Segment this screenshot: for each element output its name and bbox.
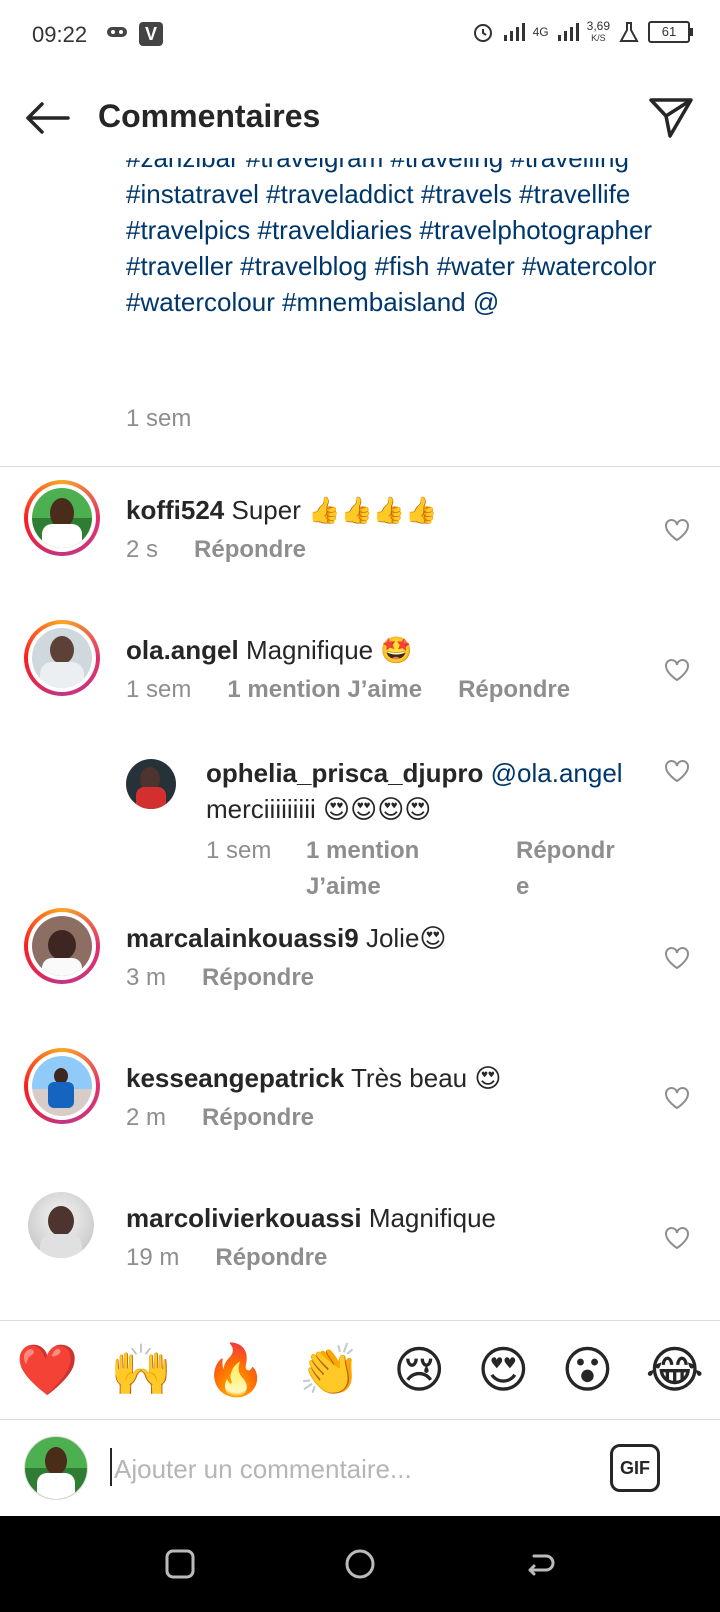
avatar[interactable] [24,480,100,556]
comment-username[interactable]: ola.angel [126,635,239,665]
comment-username[interactable]: marcolivierkouassi [126,1203,362,1233]
emoji-laughing[interactable]: 😂 [646,1341,704,1399]
comment-meta: 2 m Répondre [126,1104,314,1132]
network-type: 4G [532,25,549,39]
like-heart-icon[interactable] [664,658,690,682]
app-v-icon: V [139,22,163,46]
reply-time: 1 sem [206,837,272,864]
avatar[interactable] [24,1048,100,1124]
avatar[interactable] [126,759,176,809]
gif-button[interactable]: GIF [610,1444,660,1492]
comment-time: 19 m [126,1244,180,1271]
reply-username[interactable]: ophelia_prisca_djupro [206,758,483,788]
emoji-heart[interactable]: ❤️ [16,1341,78,1400]
status-time: 09:22 [32,22,88,47]
comment-input[interactable] [112,1448,586,1490]
flask-icon [619,22,639,42]
emoji-surprised[interactable]: 😮 [561,1341,613,1399]
home-icon[interactable] [344,1548,376,1580]
direct-send-icon[interactable] [648,96,694,140]
like-heart-icon[interactable] [664,1226,690,1250]
caption-time: 1 sem [126,405,192,432]
reply-button[interactable]: Répondre [194,536,306,564]
comment-meta: 3 m Répondre [126,964,314,992]
like-heart-icon[interactable] [664,518,690,542]
comment-meta: 1 sem 1 mention J’aime Répondre [126,676,570,704]
comment-time: 3 m [126,964,167,991]
reply-meta: 1 sem 1 mention J’aime Répondre [206,833,636,905]
like-heart-icon[interactable] [664,1086,690,1110]
back-nav-icon[interactable] [524,1548,556,1580]
status-bar: 09:22 V 4G 3,69 K/S 61 [0,0,720,72]
comment-time: 2 s [126,536,159,563]
reply-button[interactable]: Répondre [215,1244,327,1272]
signal-icon [503,23,525,41]
network-speed: 3,69 K/S [586,19,610,43]
back-arrow-icon[interactable] [22,98,72,138]
comment-username[interactable]: kesseangepatrick [126,1063,344,1093]
recent-apps-icon[interactable] [164,1548,196,1580]
emoji-clap[interactable]: 👏 [299,1341,361,1400]
emoji-sad[interactable]: 😢 [393,1341,445,1399]
emoji-fire[interactable]: 🔥 [205,1341,267,1400]
my-avatar [24,1436,88,1500]
emoji-quick-bar: ❤️ 🙌 🔥 👏 😢 😍 😮 😂 [0,1320,720,1420]
battery-icon: 61 [648,21,693,43]
page-title: Commentaires [98,98,321,134]
reply-button[interactable]: Répondre [516,833,626,905]
like-heart-icon[interactable] [664,946,690,970]
comment-time: 2 m [126,1104,167,1131]
comment-meta: 19 m Répondre [126,1244,327,1272]
divider [0,466,720,467]
likes-count[interactable]: 1 mention J’aime [306,833,486,905]
reply-button[interactable]: Répondre [202,1104,314,1132]
emoji-raised-hands[interactable]: 🙌 [110,1341,172,1400]
comment-composer: GIF [0,1418,720,1518]
signal-2-icon [557,23,579,41]
avatar[interactable] [24,620,100,696]
emoji-heart-eyes[interactable]: 😍 [477,1341,529,1399]
comment-text: Très beau 😍 [351,1063,502,1093]
comment-meta: 2 s Répondre [126,536,306,564]
comment-text: Super 👍👍👍👍 [231,495,438,525]
reply-text: merciiiiiiiii 😍😍😍😍 [206,794,432,824]
like-heart-icon[interactable] [664,759,690,783]
comment-text: Jolie😍 [365,923,447,953]
post-caption-hashtags[interactable]: #zanzibar #travelgram #traveling #travel… [126,140,686,320]
comment-username[interactable]: marcalainkouassi9 [126,923,359,953]
likes-count[interactable]: 1 mention J’aime [227,676,422,704]
gamepad-icon [107,27,127,37]
reply-button[interactable]: Répondre [202,964,314,992]
reply-button[interactable]: Répondre [458,676,570,704]
comment-username[interactable]: koffi524 [126,495,224,525]
avatar[interactable] [24,908,100,984]
status-right: 4G 3,69 K/S 61 [471,19,693,44]
avatar[interactable] [28,1192,94,1258]
comment-text: Magnifique 🤩 [245,635,413,665]
comment-text: Magnifique [368,1203,497,1233]
comment-time: 1 sem [126,676,192,703]
system-nav-bar [0,1516,720,1612]
alarm-icon [473,24,492,42]
app-header: Commentaires [0,82,720,158]
reply-mention[interactable]: @ola.angel [491,758,623,788]
